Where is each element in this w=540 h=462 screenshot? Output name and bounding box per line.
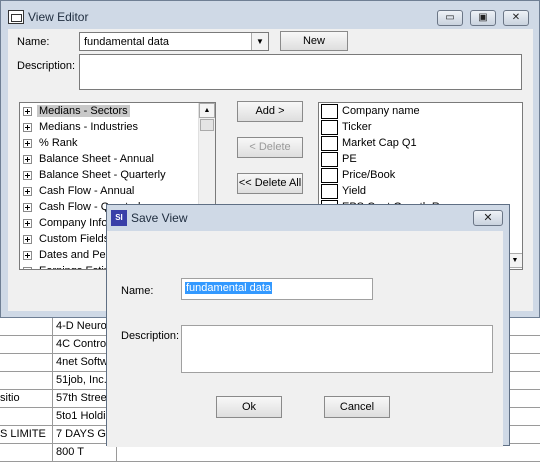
title-bar[interactable]: View Editor ▭ ▣ ✕ (1, 1, 539, 29)
save-description-input[interactable] (181, 325, 493, 373)
field-label: Market Cap Q1 (342, 137, 417, 149)
name-combo[interactable]: fundamental data ▼ (79, 32, 269, 51)
expand-plus-icon[interactable] (23, 266, 32, 269)
description-label: Description: (17, 60, 76, 72)
list-item[interactable]: Price/Book (319, 168, 505, 184)
field-checkbox[interactable] (321, 104, 338, 119)
expand-plus-icon[interactable] (23, 218, 32, 228)
tree-item[interactable]: % Rank (23, 137, 80, 153)
tree-item[interactable]: Medians - Sectors (23, 105, 130, 121)
close-button[interactable]: ✕ (503, 10, 529, 26)
dialog-title: Save View (131, 211, 188, 225)
table-cell (0, 354, 53, 371)
expand-plus-icon[interactable] (23, 106, 32, 116)
table-cell (0, 336, 53, 353)
table-cell (0, 318, 53, 335)
scroll-up-icon[interactable]: ▲ (199, 103, 215, 118)
tree-item[interactable]: Balance Sheet - Quarterly (23, 169, 168, 185)
dialog-title-bar[interactable]: SI Save View ✕ (107, 205, 509, 231)
expand-plus-icon[interactable] (23, 186, 32, 196)
tree-item-label: Company Info (39, 217, 108, 230)
window-title: View Editor (28, 10, 89, 24)
save-name-label: Name: (121, 285, 154, 297)
field-label: Price/Book (342, 169, 396, 181)
tree-item-label: Cash Flow - Annual (39, 185, 135, 198)
list-item[interactable]: Company name (319, 104, 505, 120)
name-combo-value: fundamental data (84, 36, 170, 48)
table-cell (0, 372, 53, 389)
maximize-button[interactable]: ▣ (470, 10, 496, 26)
table-cell (0, 444, 53, 461)
table-cell (0, 408, 53, 425)
list-item[interactable]: Market Cap Q1 (319, 136, 505, 152)
description-field[interactable] (79, 54, 522, 90)
tree-item-label: Balance Sheet - Quarterly (39, 169, 166, 182)
tree-item-label: % Rank (39, 137, 78, 150)
delete-button[interactable]: < Delete (237, 137, 303, 158)
add-button[interactable]: Add > (237, 101, 303, 122)
expand-plus-icon[interactable] (23, 138, 32, 148)
list-item[interactable]: Yield (319, 184, 505, 200)
field-label: Ticker (342, 121, 372, 133)
expand-plus-icon[interactable] (23, 154, 32, 164)
view-editor-icon (8, 10, 24, 24)
tree-item[interactable]: Medians - Industries (23, 121, 140, 137)
expand-plus-icon[interactable] (23, 234, 32, 244)
dialog-close-button[interactable]: ✕ (473, 210, 503, 226)
name-label: Name: (17, 36, 50, 48)
cancel-button[interactable]: Cancel (324, 396, 390, 418)
tree-item[interactable]: Company Info (23, 217, 109, 233)
table-cell: S LIMITE (0, 426, 53, 443)
save-view-client: Name: fundamental data Description: Ok C… (107, 231, 503, 447)
tree-item-label: Medians - Industries (39, 121, 139, 134)
ok-button[interactable]: Ok (216, 396, 282, 418)
field-checkbox[interactable] (321, 184, 338, 199)
field-label: PE (342, 153, 357, 165)
expand-plus-icon[interactable] (23, 170, 32, 180)
table-cell: sitio (0, 390, 53, 407)
tree-item[interactable]: Balance Sheet - Annual (23, 153, 156, 169)
tree-item[interactable]: Custom Fields (23, 233, 111, 249)
save-view-dialog: SI Save View ✕ Name: fundamental data De… (106, 204, 510, 447)
field-checkbox[interactable] (321, 136, 338, 151)
delete-all-button[interactable]: << Delete All (237, 173, 303, 194)
new-button[interactable]: New (280, 31, 348, 51)
expand-plus-icon[interactable] (23, 202, 32, 212)
chevron-down-icon[interactable]: ▼ (251, 33, 268, 50)
field-label: Yield (342, 185, 367, 197)
field-checkbox[interactable] (321, 168, 338, 183)
expand-plus-icon[interactable] (23, 250, 32, 260)
save-name-input[interactable]: fundamental data (181, 278, 373, 300)
field-label: Company name (342, 105, 420, 117)
tree-item[interactable]: Cash Flow - Annual (23, 185, 136, 201)
tree-item-label: Medians - Sectors (37, 105, 130, 118)
save-name-value: fundamental data (185, 282, 273, 294)
field-checkbox[interactable] (321, 152, 338, 167)
tree-item-label: Balance Sheet - Annual (39, 153, 154, 166)
tree-item-label: Custom Fields (39, 233, 110, 246)
scroll-thumb[interactable] (200, 119, 214, 131)
minimize-button[interactable]: ▭ (437, 10, 463, 26)
list-item[interactable]: PE (319, 152, 505, 168)
save-description-label: Description: (121, 330, 180, 342)
field-checkbox[interactable] (321, 120, 338, 135)
app-logo-icon: SI (111, 210, 127, 226)
list-item[interactable]: Ticker (319, 120, 505, 136)
expand-plus-icon[interactable] (23, 122, 32, 132)
